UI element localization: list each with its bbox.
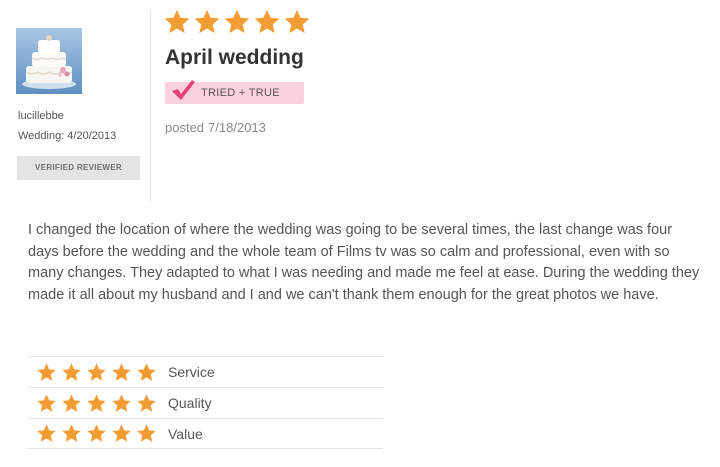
star-icon [224,9,250,34]
review-title: April wedding [165,46,304,69]
rating-label-value: Value [168,425,203,442]
star-icon [87,362,106,381]
checkmark-icon [172,80,195,100]
reviewer-username[interactable]: lucillebbe [18,110,64,122]
posted-date-value: 7/18/2013 [208,120,266,135]
service-stars [36,362,166,383]
rating-row-quality: Quality [28,387,383,418]
avatar[interactable] [16,28,82,94]
review-body: I changed the location of where the wedd… [28,222,700,303]
wedding-cake-icon [22,35,76,89]
star-icon [254,9,280,34]
posted-label: posted [165,120,205,135]
quality-stars [36,393,166,414]
wedding-date-value: 4/20/2013 [67,130,117,142]
star-icon [87,424,106,442]
star-icon [87,393,106,412]
overall-rating [163,8,313,38]
value-stars [36,423,166,444]
star-icon [194,9,220,34]
sub-ratings: Service Quality Value [28,356,383,449]
rating-label-service: Service [168,364,215,380]
star-icon [37,362,56,381]
star-icon [37,424,56,442]
posted-date: posted 7/18/2013 [165,120,266,135]
vertical-divider [150,10,151,202]
wedding-date: Wedding: 4/20/2013 [18,130,116,142]
star-icon [112,393,131,412]
star-icon [164,9,190,34]
tried-true-badge: TRIED + TRUE [165,80,304,104]
star-icon [137,393,156,412]
star-icon [62,393,81,412]
star-icon [137,362,156,381]
star-icon [284,9,310,34]
star-icon [112,424,131,442]
star-icon [37,393,56,412]
star-icon [62,424,81,442]
rating-row-value: Value [28,418,383,449]
star-icon [62,362,81,381]
star-icon [137,424,156,442]
badge-label: TRIED + TRUE [201,87,280,99]
reviewer-profile: lucillebbe Wedding: 4/20/2013 VERIFIED RE… [0,0,150,205]
rating-label-quality: Quality [168,395,212,411]
wedding-date-label: Wedding: [18,130,65,142]
verified-reviewer-badge: VERIFIED REVIEWER [17,156,140,180]
rating-row-service: Service [28,356,383,387]
star-icon [112,362,131,381]
